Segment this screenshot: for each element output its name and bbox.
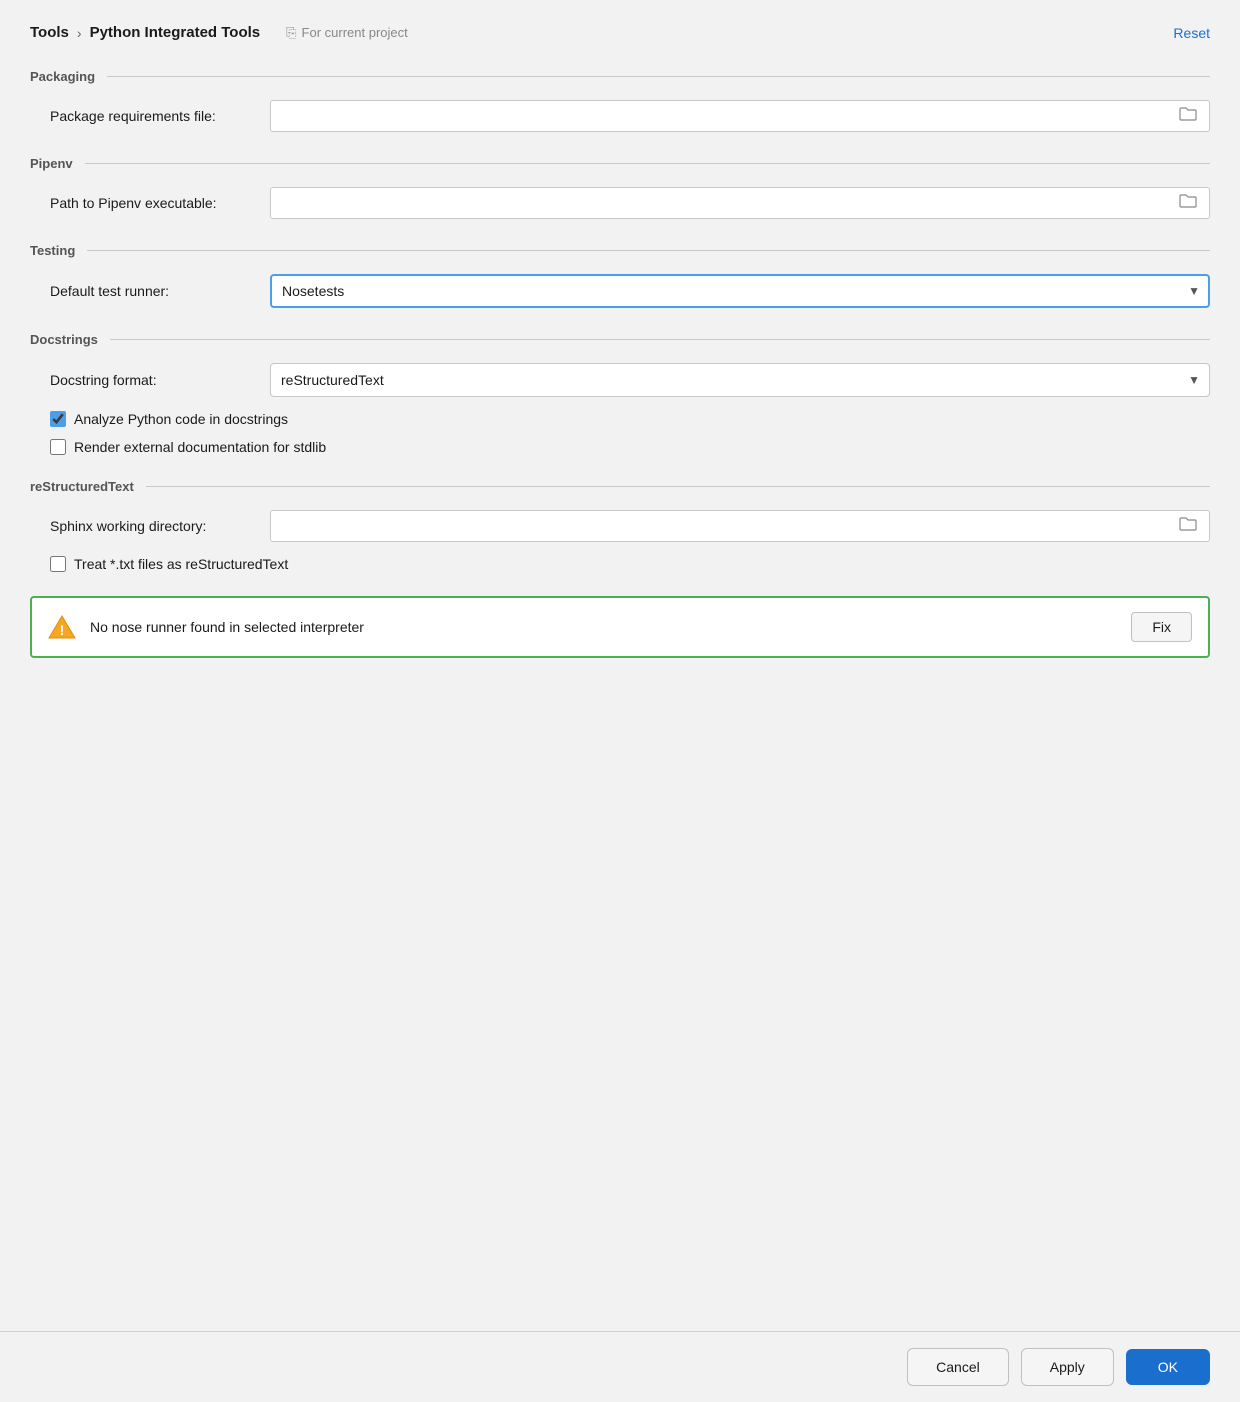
section-docstrings-label: Docstrings [30, 332, 98, 347]
analyze-python-label: Analyze Python code in docstrings [74, 411, 288, 427]
testing-runner-select[interactable]: Unittests pytest Nosetests Twisted Trial [270, 274, 1210, 308]
docstring-format-select[interactable]: Plain Epytext reStructuredText NumPy Goo… [270, 363, 1210, 397]
warning-triangle-icon: ! [48, 613, 76, 641]
section-testing: Testing Default test runner: Unittests p… [30, 243, 1210, 308]
pipenv-path-browse-button[interactable] [1175, 191, 1201, 216]
section-pipenv-label: Pipenv [30, 156, 73, 171]
pipenv-path-label: Path to Pipenv executable: [50, 195, 270, 211]
folder-icon [1179, 193, 1197, 209]
pipenv-path-input[interactable] [279, 195, 1175, 211]
section-packaging-label: Packaging [30, 69, 95, 84]
cancel-button[interactable]: Cancel [907, 1348, 1009, 1386]
section-docstrings: Docstrings Docstring format: Plain Epyte… [30, 332, 1210, 455]
section-testing-label: Testing [30, 243, 75, 258]
packaging-req-file-input[interactable] [279, 108, 1175, 124]
reset-link[interactable]: Reset [1173, 25, 1210, 41]
pipenv-path-input-wrapper [270, 187, 1210, 219]
section-restructured-text: reStructuredText Sphinx working director… [30, 479, 1210, 572]
sphinx-dir-label: Sphinx working directory: [50, 518, 270, 534]
packaging-req-file-browse-button[interactable] [1175, 104, 1201, 129]
section-rst-divider [146, 486, 1210, 487]
apply-button[interactable]: Apply [1021, 1348, 1114, 1386]
action-bar: Cancel Apply OK [0, 1331, 1240, 1402]
section-rst-label: reStructuredText [30, 479, 134, 494]
breadcrumb-subtitle-text: For current project [302, 25, 408, 40]
warning-banner: ! No nose runner found in selected inter… [30, 596, 1210, 658]
copy-icon: ⎘ [286, 25, 296, 41]
pipenv-path-row: Path to Pipenv executable: [30, 187, 1210, 219]
testing-runner-row: Default test runner: Unittests pytest No… [30, 274, 1210, 308]
txt-files-checkbox-row: Treat *.txt files as reStructuredText [30, 556, 1210, 572]
testing-runner-label: Default test runner: [50, 283, 270, 299]
packaging-req-file-input-wrapper [270, 100, 1210, 132]
sphinx-dir-input[interactable] [279, 518, 1175, 534]
packaging-req-file-row: Package requirements file: [30, 100, 1210, 132]
section-testing-divider [87, 250, 1210, 251]
txt-files-label: Treat *.txt files as reStructuredText [74, 556, 288, 572]
packaging-req-file-label: Package requirements file: [50, 108, 270, 124]
analyze-python-checkbox[interactable] [50, 411, 66, 427]
docstring-format-select-wrapper: Plain Epytext reStructuredText NumPy Goo… [270, 363, 1210, 397]
sphinx-dir-browse-button[interactable] [1175, 514, 1201, 539]
txt-files-checkbox[interactable] [50, 556, 66, 572]
docstring-format-row: Docstring format: Plain Epytext reStruct… [30, 363, 1210, 397]
docstring-format-label: Docstring format: [50, 372, 270, 388]
section-packaging: Packaging Package requirements file: [30, 69, 1210, 132]
render-external-checkbox[interactable] [50, 439, 66, 455]
analyze-python-checkbox-row: Analyze Python code in docstrings [30, 411, 1210, 427]
breadcrumb-page-title: Python Integrated Tools [90, 24, 261, 41]
section-docstrings-divider [110, 339, 1210, 340]
sphinx-dir-row: Sphinx working directory: [30, 510, 1210, 542]
warning-message: No nose runner found in selected interpr… [90, 619, 1117, 635]
section-pipenv: Pipenv Path to Pipenv executable: [30, 156, 1210, 219]
section-pipenv-divider [85, 163, 1210, 164]
ok-button[interactable]: OK [1126, 1349, 1210, 1385]
sphinx-dir-input-wrapper [270, 510, 1210, 542]
breadcrumb-tools: Tools [30, 24, 69, 41]
testing-runner-select-wrapper: Unittests pytest Nosetests Twisted Trial… [270, 274, 1210, 308]
render-external-checkbox-row: Render external documentation for stdlib [30, 439, 1210, 455]
render-external-label: Render external documentation for stdlib [74, 439, 326, 455]
folder-icon [1179, 106, 1197, 122]
svg-text:!: ! [60, 622, 65, 638]
section-packaging-divider [107, 76, 1210, 77]
breadcrumb: Tools › Python Integrated Tools ⎘ For cu… [30, 24, 1210, 41]
breadcrumb-subtitle: ⎘ For current project [286, 25, 408, 41]
breadcrumb-arrow: › [77, 25, 82, 41]
fix-button[interactable]: Fix [1131, 612, 1192, 642]
folder-icon [1179, 516, 1197, 532]
